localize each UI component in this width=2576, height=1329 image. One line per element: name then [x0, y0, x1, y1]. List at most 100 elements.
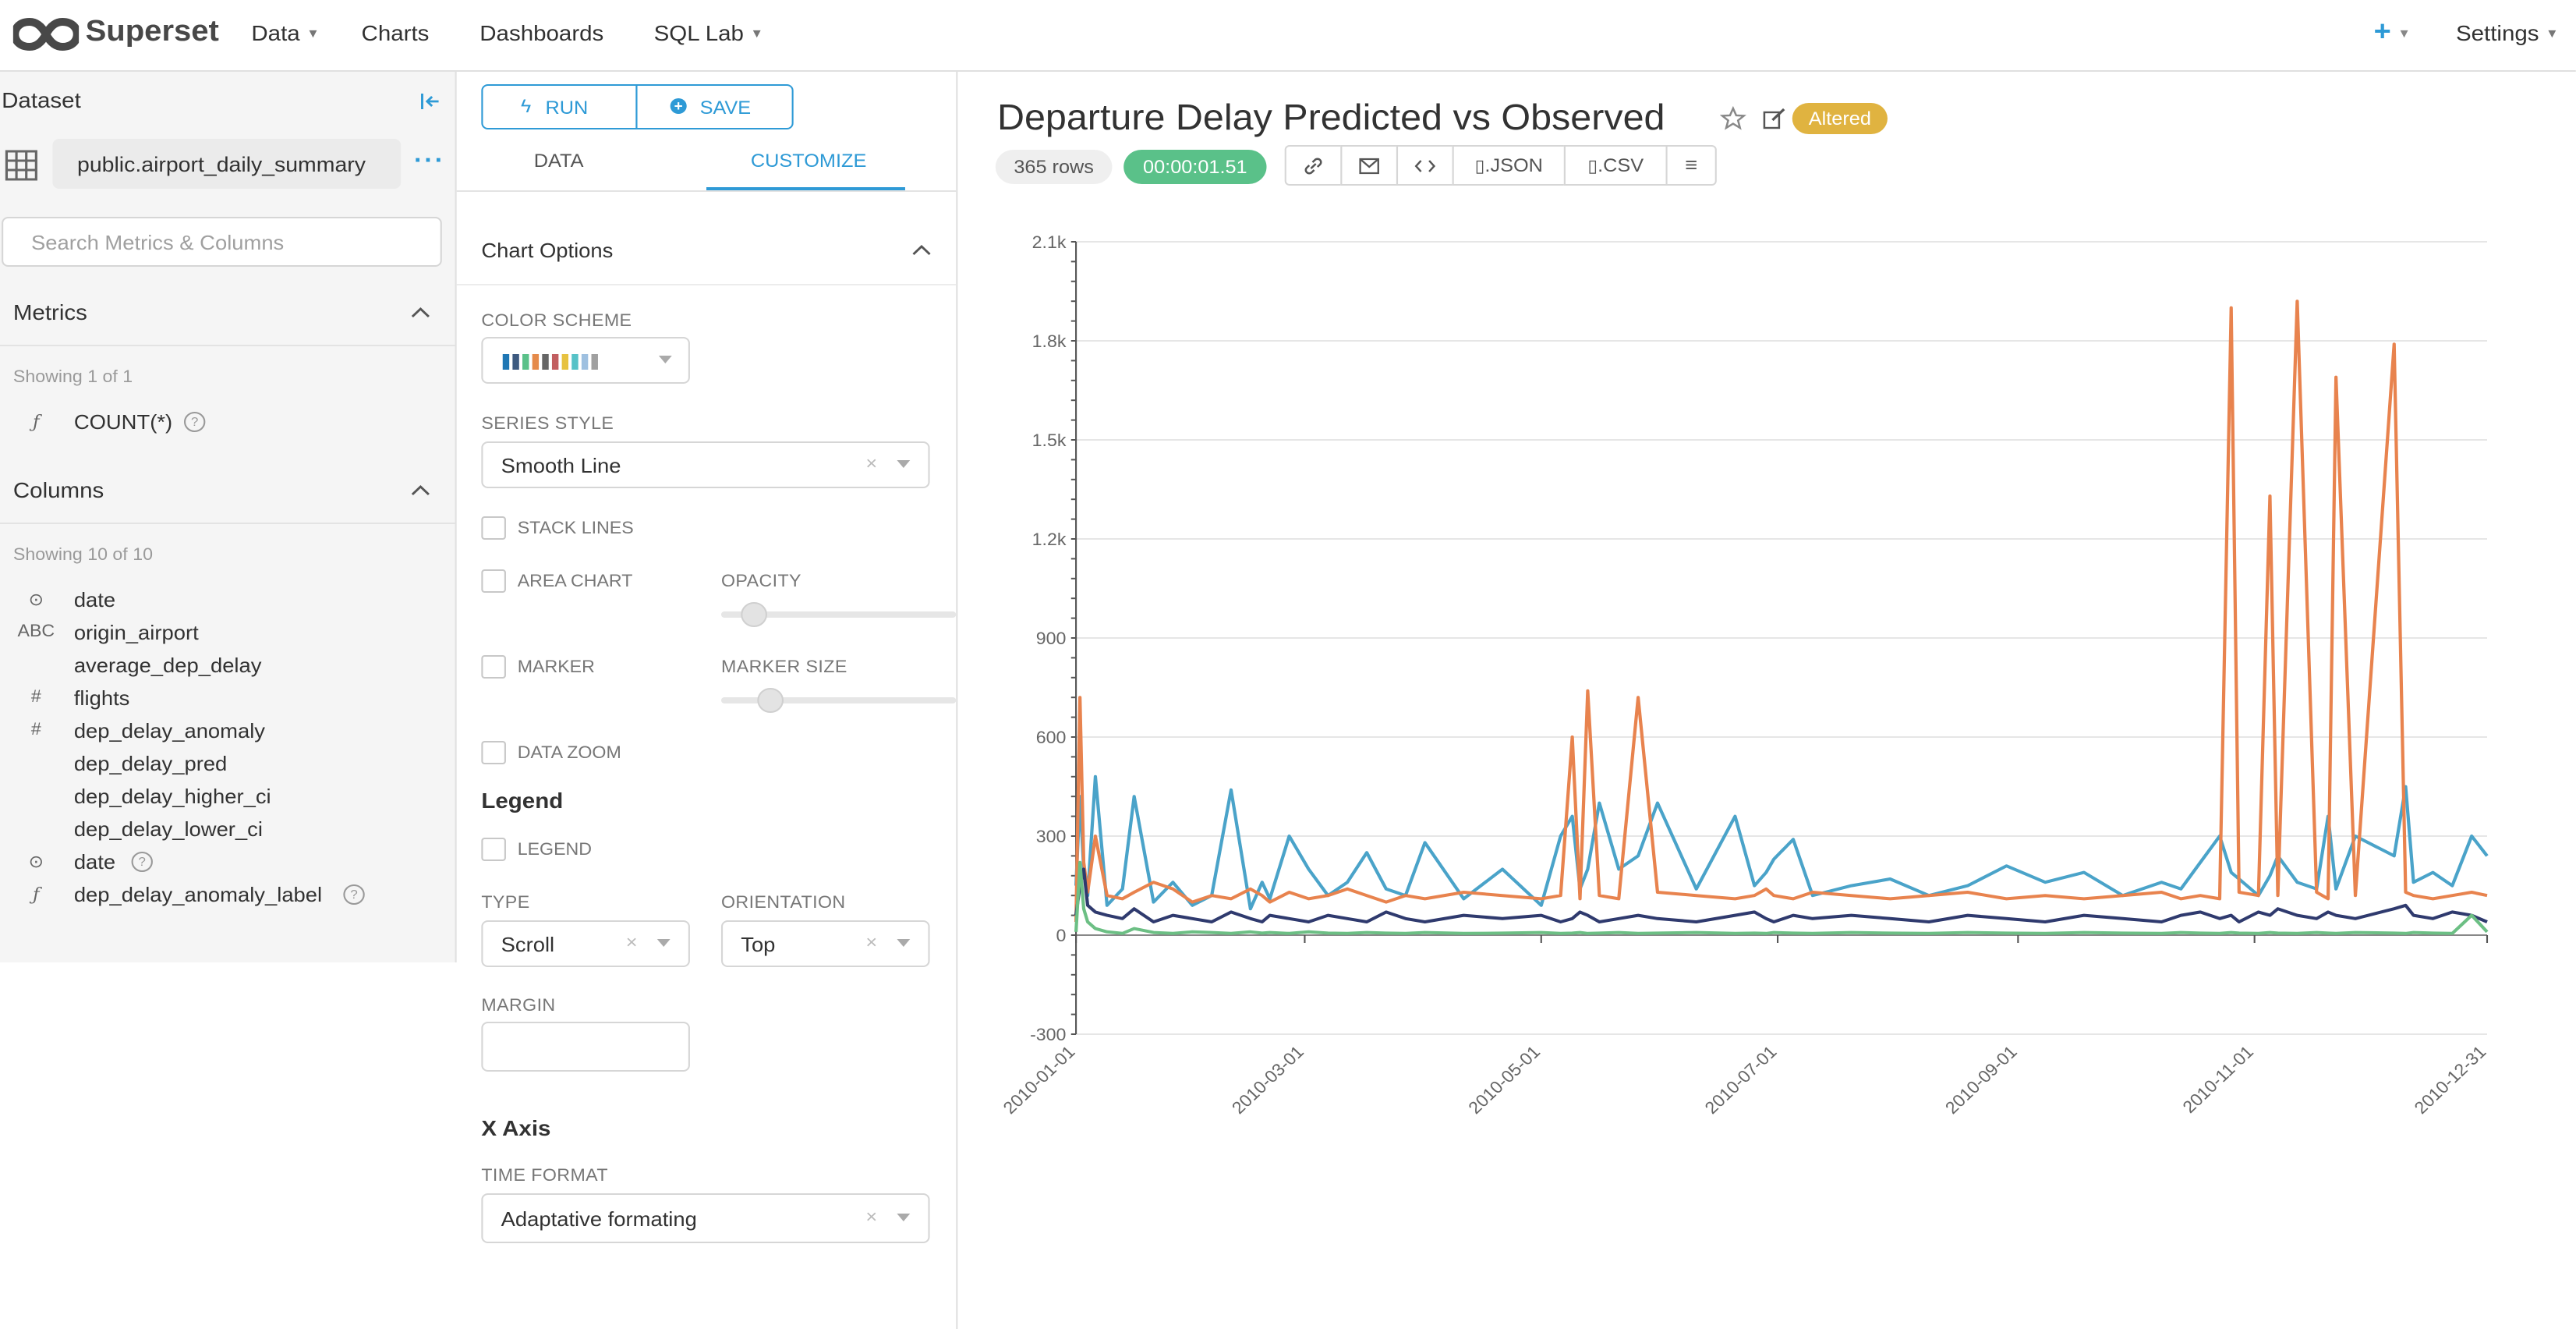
more-actions-button[interactable]: ≡ [1665, 145, 1717, 186]
marker-checkbox[interactable] [481, 655, 506, 679]
star-icon[interactable] [1720, 106, 1746, 131]
column-item[interactable]: ƒ dep_delay_anomaly_label ? [0, 881, 455, 913]
stack-lines-checkbox[interactable] [481, 516, 506, 540]
tab-customize[interactable]: CUSTOMIZE [751, 150, 866, 172]
column-item[interactable]: # dep_delay_anomaly [0, 718, 455, 749]
table-grid-icon [5, 150, 37, 181]
export-csv-button[interactable]: ▯.CSV [1563, 145, 1668, 186]
column-item[interactable]: ⊙ date [0, 587, 455, 618]
chart-title[interactable]: Departure Delay Predicted vs Observed [997, 97, 1665, 139]
chevron-up-icon[interactable] [911, 243, 931, 256]
y-tick-label: 1.2k [1032, 530, 1067, 549]
series-style-select[interactable]: Smooth Line × [481, 441, 930, 488]
help-icon[interactable]: ? [343, 884, 365, 905]
opacity-slider-handle[interactable] [741, 602, 767, 627]
dataset-name: public.airport_daily_summary [77, 153, 366, 176]
superset-logo-icon[interactable] [12, 17, 80, 51]
column-item[interactable]: dep_delay_pred [0, 750, 455, 781]
marker-size-slider-handle[interactable] [757, 688, 784, 713]
series-line-2 [1074, 299, 2488, 923]
marker-label: MARKER [517, 658, 595, 677]
nav-data-label: Data [251, 20, 300, 45]
margin-input[interactable] [481, 1022, 690, 1072]
envelope-icon [1359, 158, 1379, 175]
chart-options-title[interactable]: Chart Options [481, 239, 613, 262]
clear-icon[interactable]: × [865, 1206, 877, 1228]
altered-badge[interactable]: Altered [1792, 103, 1888, 134]
clock-icon: ⊙ [28, 591, 44, 610]
column-name: origin_airport [73, 621, 199, 644]
embed-code-button[interactable] [1396, 145, 1454, 186]
column-item[interactable]: dep_delay_higher_ci [0, 783, 455, 814]
x-tick-label: 2010-05-01 [1464, 1042, 1544, 1118]
save-button[interactable]: + SAVE [635, 84, 794, 129]
column-item[interactable]: ⊙ date ? [0, 849, 455, 880]
legend-type-select[interactable]: Scroll × [481, 920, 690, 967]
y-tick-label: 900 [1036, 629, 1067, 648]
series-style-value: Smooth Line [501, 454, 621, 477]
add-new-button[interactable]: + ▼ [2374, 16, 2411, 48]
area-chart-checkbox[interactable] [481, 569, 506, 593]
data-zoom-label: DATA ZOOM [517, 744, 621, 763]
help-icon[interactable]: ? [183, 412, 206, 432]
legend-type-value: Scroll [501, 933, 555, 956]
marker-size-slider-track[interactable] [720, 697, 957, 703]
email-button[interactable] [1340, 145, 1399, 186]
color-swatch [502, 354, 510, 370]
row-count-badge: 365 rows [995, 150, 1113, 184]
nav-settings-menu[interactable]: Settings ▼ [2456, 20, 2559, 45]
edit-icon[interactable] [1761, 106, 1788, 131]
brand-name[interactable]: Superset [86, 16, 219, 50]
color-scheme-select[interactable] [481, 337, 690, 384]
columns-section-title[interactable]: Columns [13, 477, 104, 502]
legend-orientation-select[interactable]: Top × [720, 920, 930, 967]
y-tick-label: 1.8k [1032, 332, 1067, 351]
metrics-section-title[interactable]: Metrics [13, 299, 87, 324]
dataset-more-icon[interactable]: ··· [414, 148, 445, 176]
dataset-panel: Dataset public.airport_daily_summary ···… [0, 72, 457, 962]
chevron-down-icon [656, 939, 671, 947]
column-name: dep_delay_anomaly [73, 719, 266, 742]
search-metrics-columns-input[interactable]: Search Metrics & Columns [2, 217, 442, 267]
column-item[interactable]: dep_delay_lower_ci [0, 816, 455, 847]
run-button[interactable]: ϟ RUN [481, 84, 638, 129]
active-tab-indicator [706, 187, 905, 190]
clear-icon[interactable]: × [865, 931, 877, 953]
color-swatch [581, 354, 589, 370]
line-chart[interactable]: 2.1k 1.8k 1.5k 1.2k 900 600 300 0 -3002010-01-01… [957, 212, 2575, 1179]
column-item[interactable]: average_dep_delay [0, 652, 455, 683]
run-label: RUN [545, 97, 589, 119]
column-name: dep_delay_anomaly_label [73, 883, 323, 906]
x-tick-label: 2010-07-01 [1701, 1042, 1781, 1118]
data-zoom-checkbox[interactable] [481, 741, 506, 764]
dataset-header: Dataset [2, 87, 81, 112]
dataset-selector[interactable]: public.airport_daily_summary [52, 139, 402, 189]
clear-icon[interactable]: × [626, 931, 638, 953]
chevron-up-icon[interactable] [411, 306, 430, 318]
export-json-button[interactable]: ▯.JSON [1452, 145, 1566, 186]
nav-settings-label: Settings [2455, 20, 2539, 45]
control-panel: ϟ RUN + SAVE DATA CUSTOMIZE Chart Option… [456, 72, 958, 1329]
share-link-button[interactable] [1284, 145, 1343, 186]
nav-charts[interactable]: Charts [362, 20, 430, 45]
chevron-up-icon[interactable] [411, 484, 430, 496]
legend-checkbox[interactable] [481, 838, 506, 861]
collapse-panel-icon[interactable] [419, 90, 441, 112]
chevron-down-icon: ▼ [750, 27, 764, 41]
string-type-icon: ABC [17, 622, 55, 641]
tab-data[interactable]: DATA [534, 150, 584, 172]
orientation-label: ORIENTATION [720, 894, 846, 913]
clear-icon[interactable]: × [865, 452, 877, 474]
metric-item[interactable]: ƒ COUNT(*) ? [0, 409, 455, 440]
column-item[interactable]: ABC origin_airport [0, 619, 455, 650]
nav-sqllab-menu[interactable]: SQL Lab ▼ [654, 20, 763, 45]
nav-dashboards[interactable]: Dashboards [479, 20, 603, 45]
time-format-select[interactable]: Adaptative formating × [481, 1193, 930, 1243]
nav-data-menu[interactable]: Data ▼ [251, 20, 319, 45]
help-icon[interactable]: ? [131, 852, 153, 872]
function-icon: ƒ [33, 884, 40, 905]
column-item[interactable]: # flights [0, 685, 455, 716]
code-icon [1414, 160, 1436, 172]
color-swatch [571, 354, 579, 370]
color-swatch [561, 354, 569, 370]
